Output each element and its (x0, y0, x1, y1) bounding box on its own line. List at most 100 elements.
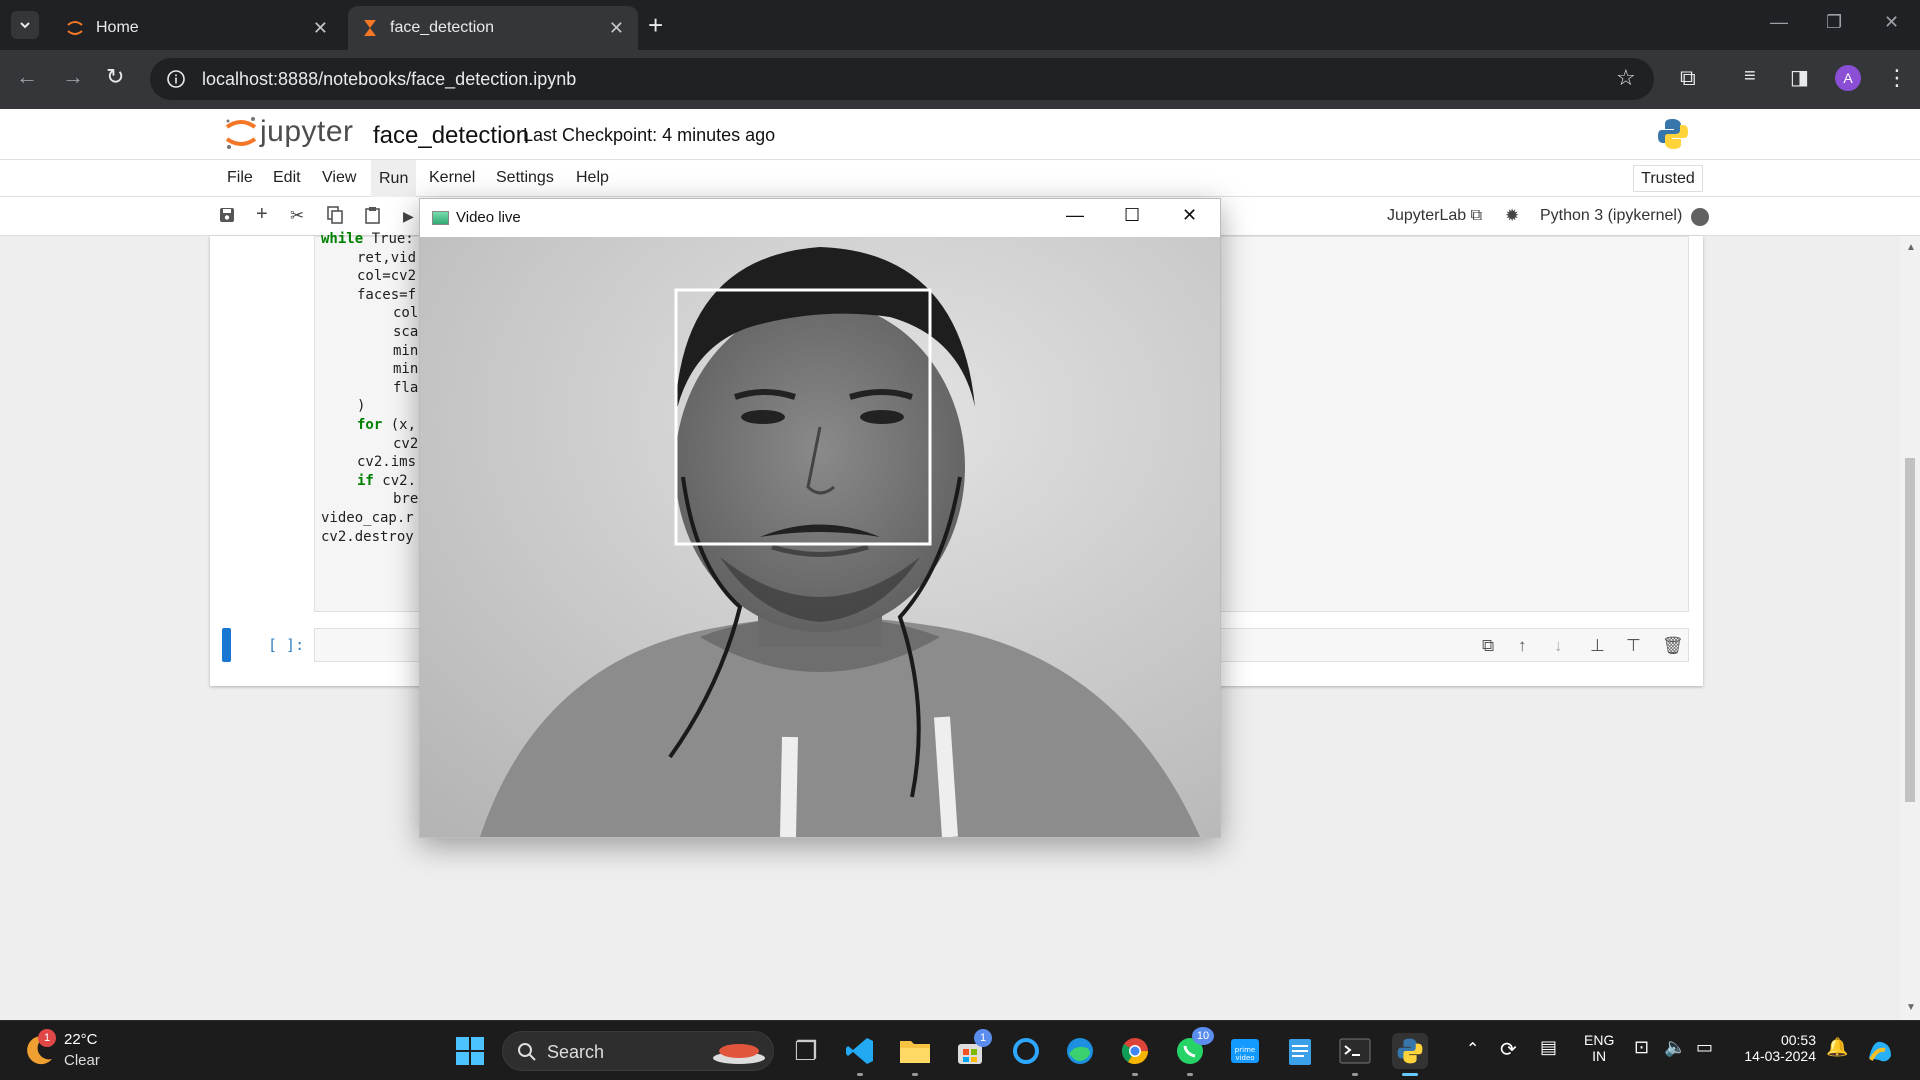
forward-arrow-icon[interactable]: → (62, 64, 84, 90)
browser-toolbar: ← → ↻ localhost:8888/notebooks/face_dete… (0, 50, 1920, 109)
maximize-icon[interactable]: ☐ (1124, 205, 1140, 226)
jupyterlab-link[interactable]: JupyterLab ⧉ (1387, 207, 1482, 225)
duplicate-cell-icon[interactable]: ⧉ (1482, 636, 1494, 656)
bookmark-star-icon[interactable]: ☆ (1616, 65, 1636, 91)
delete-cell-icon[interactable]: 🗑 (1662, 636, 1684, 656)
scroll-thumb[interactable] (1905, 458, 1915, 802)
insert-below-icon[interactable]: ⊤ (1626, 636, 1641, 656)
save-icon[interactable] (218, 206, 236, 229)
language-indicator[interactable]: ENG IN (1584, 1032, 1614, 1064)
tab-home[interactable]: Home ✕ (52, 6, 342, 50)
windows-start-icon[interactable] (452, 1033, 488, 1069)
code-line: video_cap.r (321, 510, 414, 526)
media-controls-icon[interactable]: ≡ (1744, 65, 1756, 88)
code-line: col=cv2 (357, 268, 417, 285)
menu-settings[interactable]: Settings (496, 169, 554, 187)
notebook-name[interactable]: face_detection (373, 122, 529, 150)
insert-above-icon[interactable]: ⊥ (1590, 636, 1605, 656)
scroll-up-arrow-icon[interactable]: ▲ (1906, 242, 1916, 253)
copilot-icon[interactable] (1862, 1033, 1898, 1069)
copy-icon[interactable] (327, 206, 344, 229)
notepad-icon[interactable] (1282, 1033, 1318, 1069)
taskbar-search[interactable]: Search (502, 1031, 774, 1071)
menu-kernel[interactable]: Kernel (429, 169, 475, 187)
keyboard-layout-icon[interactable]: ▤ (1540, 1037, 1557, 1058)
sync-icon[interactable]: ⟳ (1500, 1037, 1517, 1062)
battery-icon[interactable]: ▭ (1696, 1037, 1713, 1058)
kernel-status-indicator (1691, 208, 1709, 226)
debugger-bug-icon[interactable]: ✹ (1505, 206, 1519, 226)
kernel-name[interactable]: Python 3 (ipykernel) (1540, 207, 1682, 225)
menu-file[interactable]: File (227, 169, 253, 187)
file-explorer-icon[interactable] (897, 1033, 933, 1069)
chrome-icon[interactable] (1117, 1033, 1153, 1069)
tab-search-dropdown[interactable] (11, 11, 39, 39)
move-down-arrow-icon[interactable]: ↓ (1554, 636, 1563, 656)
active-cell-marker (222, 628, 231, 662)
move-up-arrow-icon[interactable]: ↑ (1518, 636, 1527, 656)
add-cell-icon[interactable]: + (256, 203, 268, 226)
last-checkpoint: Last Checkpoint: 4 minutes ago (523, 125, 776, 145)
minimize-icon[interactable]: — (1066, 205, 1084, 226)
menu-edit[interactable]: Edit (273, 169, 301, 187)
new-tab-button[interactable]: + (648, 12, 663, 38)
side-panel-icon[interactable]: ◨ (1790, 65, 1809, 90)
cut-icon[interactable]: ✂ (290, 206, 304, 226)
show-hidden-icons-chevron-icon[interactable]: ⌃ (1466, 1039, 1479, 1059)
extensions-icon[interactable]: ⧉ (1680, 65, 1696, 91)
profile-avatar[interactable]: A (1835, 65, 1861, 91)
network-icon[interactable]: ⊡ (1634, 1037, 1649, 1058)
video-live-window[interactable]: Video live — ☐ ✕ (419, 198, 1221, 838)
menu-help[interactable]: Help (576, 169, 609, 187)
terminal-icon[interactable] (1337, 1033, 1373, 1069)
jupyter-logo-icon[interactable] (224, 115, 258, 151)
restore-icon[interactable]: ❐ (1826, 12, 1842, 33)
weather-description: Clear (64, 1052, 100, 1069)
video-window-titlebar[interactable]: Video live — ☐ ✕ (420, 199, 1220, 237)
weather-alert-badge: 1 (38, 1029, 56, 1047)
search-label: Search (547, 1042, 605, 1062)
clock[interactable]: 00:53 14-03-2024 (1740, 1032, 1816, 1064)
python-app-icon[interactable] (1392, 1033, 1428, 1069)
cortana-icon[interactable] (1008, 1033, 1044, 1069)
code-line: cv2 (393, 435, 419, 452)
page-scrollbar[interactable]: ▲ ▼ (1900, 236, 1920, 1020)
code-line: cv2.ims (357, 454, 417, 471)
tab-home-title: Home (96, 19, 139, 36)
windows-taskbar: 1 22°C Clear Search ❐ 1 10 prime video ⌃… (0, 1020, 1920, 1080)
run-icon[interactable]: ▶ (403, 208, 414, 225)
back-arrow-icon[interactable]: ← (16, 64, 38, 90)
store-badge: 1 (974, 1029, 992, 1047)
clock-date: 14-03-2024 (1744, 1048, 1816, 1064)
vscode-icon[interactable] (842, 1033, 878, 1069)
close-icon[interactable]: ✕ (1182, 205, 1197, 226)
task-view-icon[interactable]: ❐ (788, 1033, 824, 1069)
code-line: faces=f (357, 286, 417, 303)
volume-icon[interactable]: 🔈 (1664, 1037, 1686, 1058)
menu-run[interactable]: Run (371, 160, 417, 197)
menu-view[interactable]: View (322, 169, 356, 187)
address-bar[interactable]: localhost:8888/notebooks/face_detection.… (150, 58, 1654, 100)
language-code: ENG (1584, 1032, 1615, 1048)
minimize-icon[interactable]: — (1770, 12, 1788, 33)
code-line: cv2.destroy (321, 528, 414, 545)
scroll-down-arrow-icon[interactable]: ▼ (1906, 1002, 1916, 1013)
close-window-icon[interactable]: ✕ (1884, 12, 1899, 33)
close-icon[interactable]: ✕ (313, 18, 328, 39)
code-line: if cv2. (357, 472, 417, 489)
python-logo-icon (1658, 119, 1688, 149)
jupyterlab-link-label: JupyterLab (1387, 207, 1467, 224)
notification-bell-icon[interactable]: 🔔 (1826, 1037, 1848, 1058)
running-indicator (1352, 1073, 1358, 1076)
prime-video-icon[interactable]: prime video (1227, 1033, 1263, 1069)
reload-icon[interactable]: ↻ (106, 64, 124, 90)
more-menu-icon[interactable]: ⋮ (1886, 65, 1908, 91)
jupyter-brand: jupyter (260, 115, 354, 148)
tab-face-detection[interactable]: face_detection ✕ (348, 6, 638, 50)
running-indicator (857, 1073, 863, 1076)
site-info-icon[interactable] (166, 69, 186, 89)
paste-icon[interactable] (364, 206, 381, 229)
close-icon[interactable]: ✕ (609, 18, 624, 39)
trusted-indicator[interactable]: Trusted (1633, 165, 1703, 192)
edge-icon[interactable] (1062, 1033, 1098, 1069)
